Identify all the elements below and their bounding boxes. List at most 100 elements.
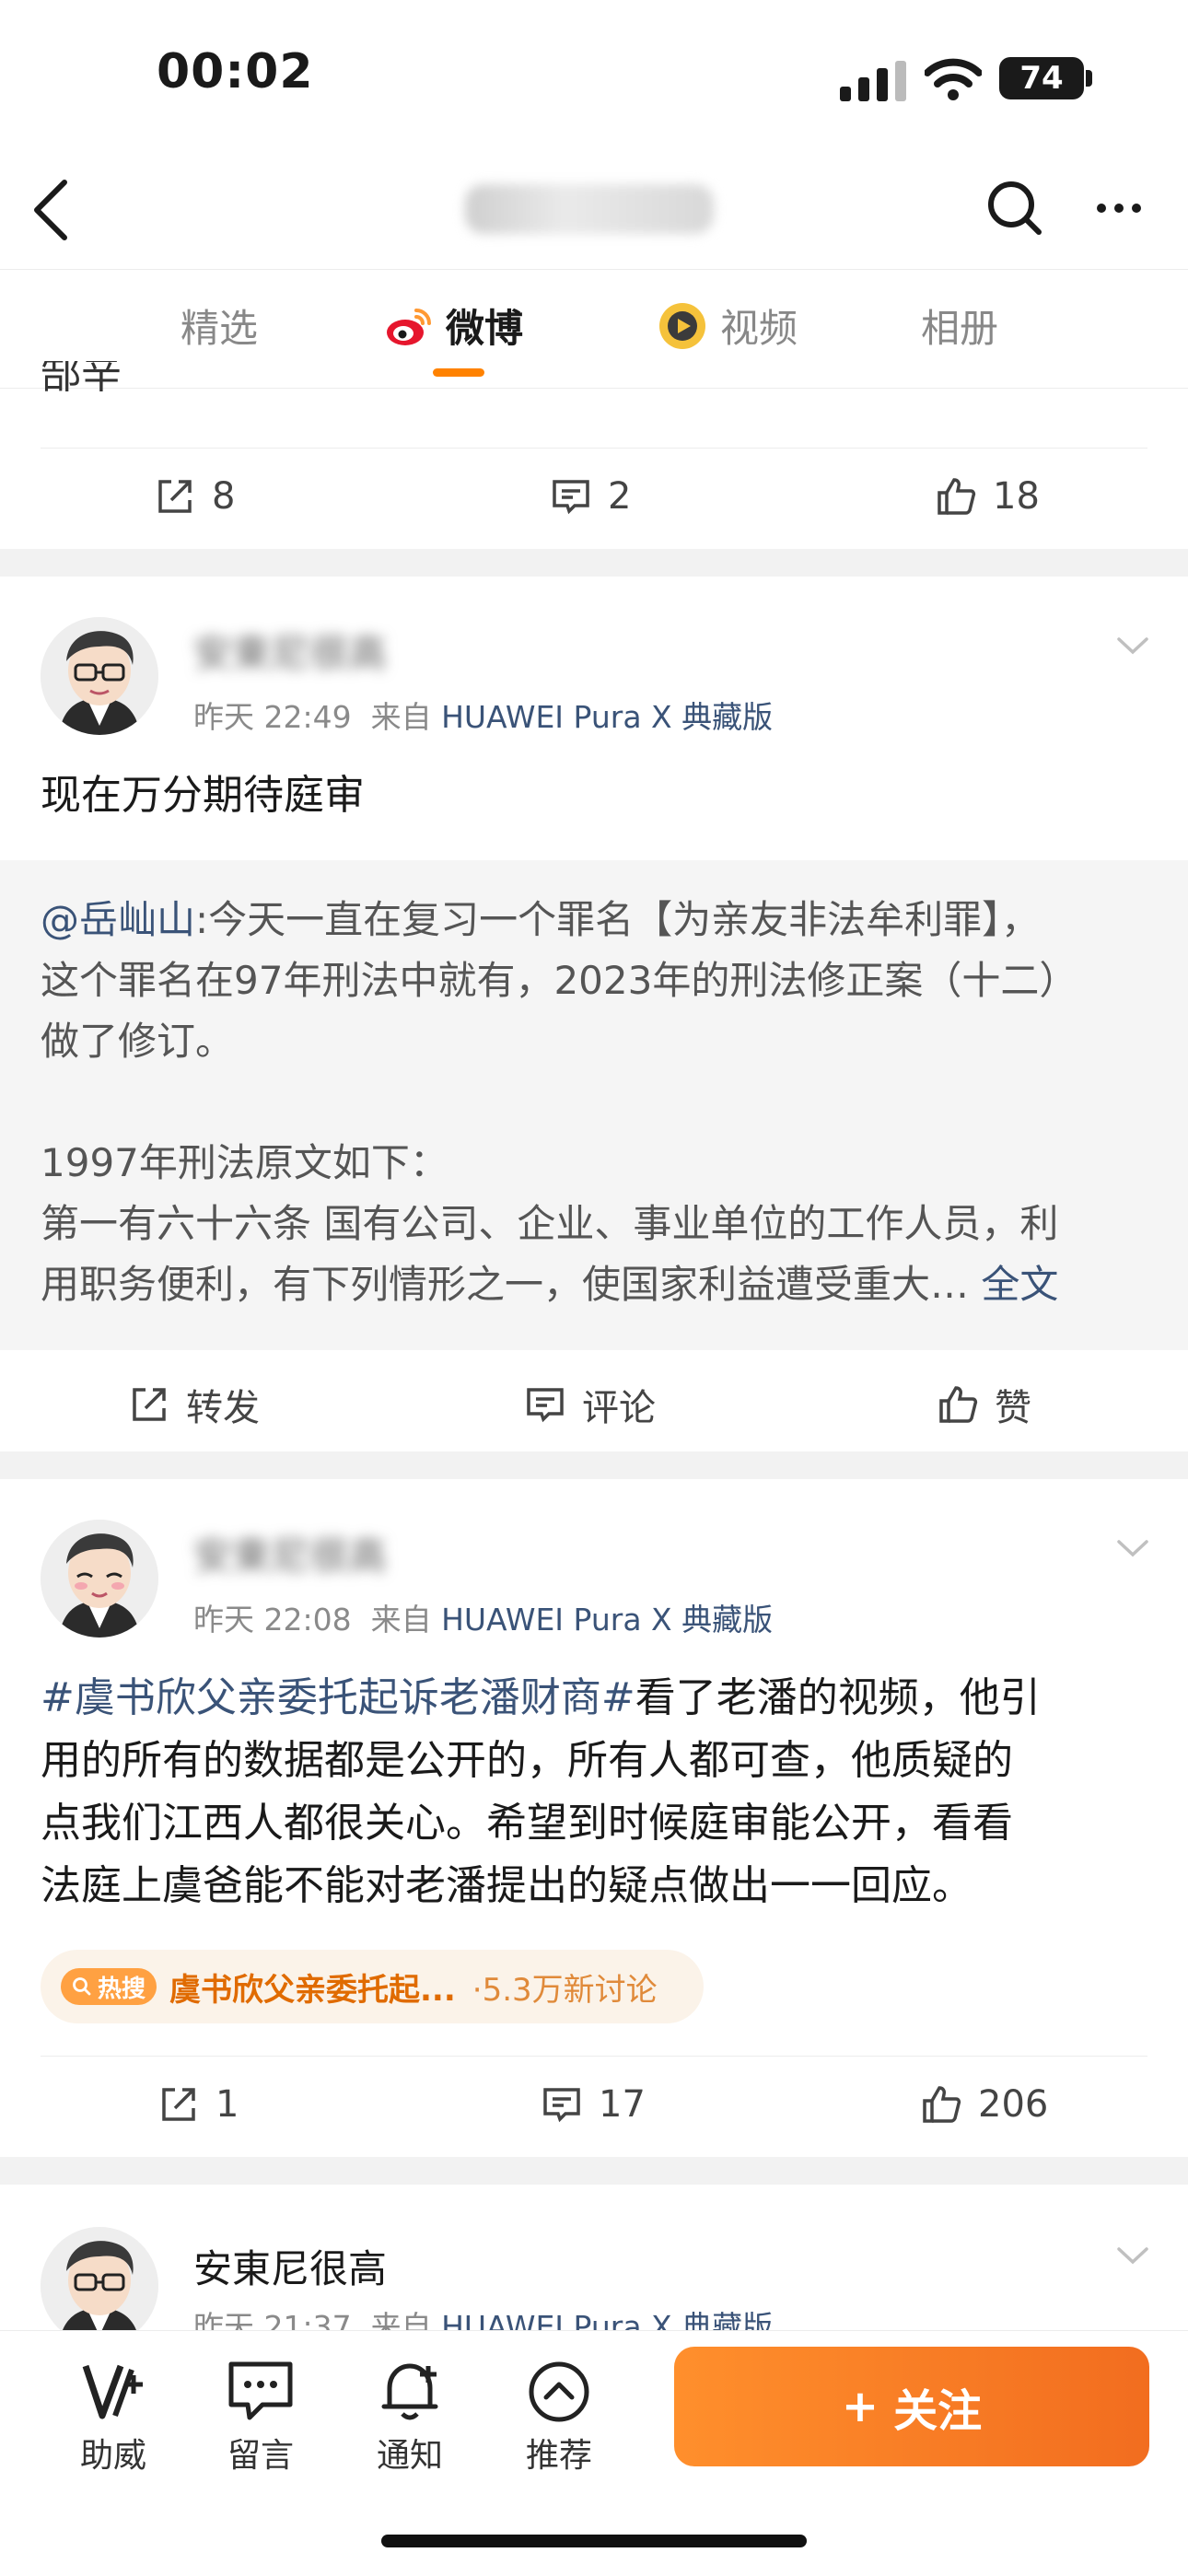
post-source-label: 来自 xyxy=(370,1602,432,1638)
repost-label: 转发 xyxy=(186,1387,260,1429)
feed-separator xyxy=(0,1451,1188,1479)
cheer-button[interactable]: 助威 xyxy=(63,2359,164,2477)
like-button[interactable]: 18 xyxy=(936,475,1040,518)
post-time: 昨天 22:08 xyxy=(193,1602,352,1638)
username[interactable]: 安東尼很高 xyxy=(193,2238,387,2294)
post-text: 现在万分期待庭审 xyxy=(41,772,365,819)
post-line: 法庭上虞爸能不能对老潘提出的疑点做出一一回应。 xyxy=(41,1862,973,1909)
repost-button[interactable]: 1 xyxy=(158,2083,239,2126)
more-icon[interactable] xyxy=(1092,181,1146,236)
hot-title: 虞书欣父亲委托起... xyxy=(169,1971,456,2009)
tab-label: 微博 xyxy=(446,306,524,351)
search-icon[interactable] xyxy=(985,179,1044,238)
mention-link[interactable]: @岳屾山 xyxy=(41,897,195,942)
quote-line: :今天一直在复习一个罪名【为亲友非法牟利罪】， xyxy=(195,897,1041,942)
comment-icon xyxy=(553,480,589,515)
quote-line: 第一有六十六条 国有公司、企业、事业单位的工作人员，利 xyxy=(41,1201,1059,1246)
avatar[interactable] xyxy=(41,617,158,735)
comment-button[interactable]: 17 xyxy=(542,2083,646,2126)
video-logo-icon xyxy=(659,302,705,349)
tab-video[interactable]: 视频 xyxy=(658,297,798,354)
post-actions: 转发 评论 赞 xyxy=(0,1350,1188,1451)
repost-button[interactable]: 8 xyxy=(155,475,235,518)
notify-label: 通知 xyxy=(376,2437,443,2475)
message-icon xyxy=(228,2361,293,2420)
full-text-link[interactable]: 全文 xyxy=(981,1262,1058,1307)
tab-album[interactable]: 相册 xyxy=(921,297,998,354)
topic-link[interactable]: #虞书欣父亲委托起诉老潘财商# xyxy=(41,1674,635,1721)
comment-label: 评论 xyxy=(582,1387,656,1429)
back-icon[interactable] xyxy=(26,175,77,245)
comment-icon xyxy=(543,2088,580,2123)
avatar[interactable] xyxy=(41,2227,158,2345)
tab-label: 视频 xyxy=(720,306,798,351)
chevron-down-icon[interactable] xyxy=(1116,1538,1149,1558)
like-count: 206 xyxy=(978,2083,1049,2126)
post-text: #虞书欣父亲委托起诉老潘财商#看了老潘的视频，他引 用的所有的数据都是公开的，所… xyxy=(41,1667,1155,1917)
post-line: 用的所有的数据都是公开的，所有人都可查，他质疑的 xyxy=(41,1737,1013,1784)
comment-count: 2 xyxy=(608,475,632,518)
post-line: 点我们江西人都很关心。希望到时候庭审能公开，看看 xyxy=(41,1800,1013,1847)
recommend-button[interactable]: 推荐 xyxy=(508,2359,610,2477)
wifi-icon xyxy=(925,58,982,100)
tab-label: 相册 xyxy=(921,306,999,351)
post-actions: 8 2 18 xyxy=(0,448,1188,549)
like-button[interactable]: 206 xyxy=(921,2083,1048,2126)
hot-count: ·5.3万新讨论 xyxy=(472,1971,658,2009)
follow-label: 关注 xyxy=(893,2385,983,2437)
avatar[interactable] xyxy=(41,1520,158,1638)
plus-icon: + xyxy=(841,2381,879,2432)
tab-featured[interactable]: 精选 xyxy=(181,297,258,354)
partial-post-text: 郜辛 xyxy=(41,361,122,398)
post-meta: 昨天 22:49 来自 HUAWEI Pura X 典藏版 xyxy=(193,693,773,737)
repost-icon xyxy=(162,2088,195,2121)
cellular-signal-icon xyxy=(840,61,906,101)
chevron-up-circle-icon xyxy=(529,2361,589,2422)
like-count: 18 xyxy=(993,475,1040,518)
like-icon xyxy=(938,478,976,515)
post-line: 看了老潘的视频，他引 xyxy=(635,1674,1041,1721)
recommend-label: 推荐 xyxy=(525,2437,592,2475)
follow-button[interactable]: + 关注 xyxy=(674,2347,1149,2466)
comment-button[interactable]: 评论 xyxy=(525,1378,656,1431)
message-label: 留言 xyxy=(227,2437,294,2475)
quote-line: 用职务便利，有下列情形之一，使国家利益遭受重大… xyxy=(41,1262,970,1307)
like-button[interactable]: 赞 xyxy=(938,1378,1031,1431)
weibo-logo-icon xyxy=(387,308,431,345)
message-button[interactable]: 留言 xyxy=(210,2359,311,2477)
notify-button[interactable]: 通知 xyxy=(359,2359,460,2477)
repost-button[interactable]: 转发 xyxy=(129,1378,260,1431)
status-time: 00:02 xyxy=(157,44,314,99)
repost-icon xyxy=(158,480,192,513)
like-label: 赞 xyxy=(995,1387,1031,1429)
hot-search-badge: 热搜 xyxy=(61,1968,157,2005)
post-device: HUAWEI Pura X 典藏版 xyxy=(441,1602,774,1638)
avatar-cartoon-icon xyxy=(41,617,158,735)
battery-level: 74 xyxy=(999,57,1084,99)
chevron-down-icon[interactable] xyxy=(1116,635,1149,656)
tab-weibo[interactable]: 微博 xyxy=(385,297,523,354)
username-blurred[interactable]: 安東尼很高 xyxy=(193,623,387,679)
post-actions: 1 17 206 xyxy=(0,2056,1188,2157)
like-icon xyxy=(939,1386,978,1423)
bell-icon xyxy=(381,2363,438,2420)
comment-icon xyxy=(527,1388,564,1423)
quote-line: 做了修订。 xyxy=(41,1019,235,1064)
comment-count: 17 xyxy=(599,2083,646,2126)
post-source-label: 来自 xyxy=(370,699,432,735)
search-icon xyxy=(73,1977,91,1996)
home-indicator[interactable] xyxy=(381,2535,807,2547)
repost-icon xyxy=(133,1388,166,1421)
quoted-post-text: @岳屾山:今天一直在复习一个罪名【为亲友非法牟利罪】， 这个罪名在97年刑法中就… xyxy=(41,890,1155,1315)
hot-search-pill[interactable]: 热搜 虞书欣父亲委托起... ·5.3万新讨论 xyxy=(41,1950,704,2023)
repost-count: 8 xyxy=(212,475,236,518)
avatar-cartoon-icon xyxy=(41,1520,158,1638)
quote-spacer xyxy=(41,1072,1155,1133)
repost-count: 1 xyxy=(215,2083,239,2126)
quote-line: 1997年刑法原文如下： xyxy=(41,1140,448,1185)
chevron-down-icon[interactable] xyxy=(1116,2245,1149,2266)
comment-button[interactable]: 2 xyxy=(551,475,631,518)
post-time: 昨天 22:49 xyxy=(193,699,352,735)
avatar-cartoon-icon xyxy=(41,2227,158,2345)
username-blurred[interactable]: 安東尼很高 xyxy=(193,1525,387,1581)
